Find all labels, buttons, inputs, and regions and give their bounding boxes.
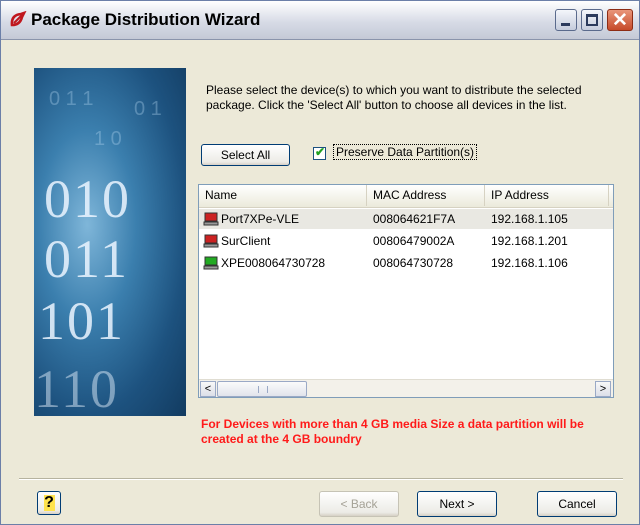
device-mac: 00806479002A: [373, 234, 455, 248]
device-list-header: Name MAC Address IP Address: [199, 185, 613, 208]
binary-digits: 101: [38, 291, 125, 351]
minimize-icon: [561, 23, 570, 26]
device-name: XPE008064730728: [221, 256, 326, 270]
select-all-button[interactable]: Select All: [201, 144, 290, 166]
device-ip: 192.168.1.105: [491, 212, 568, 226]
device-name: SurClient: [221, 234, 271, 248]
scroll-thumb[interactable]: [217, 381, 307, 397]
help-icon: ?: [44, 494, 54, 511]
maximize-icon: [586, 14, 598, 26]
minimize-button[interactable]: [555, 9, 577, 31]
footer-divider: [19, 478, 623, 480]
close-icon: ✕: [612, 10, 628, 31]
binary-digits: 110: [34, 359, 119, 416]
next-button[interactable]: Next >: [417, 491, 497, 517]
app-logo-icon: [10, 11, 27, 27]
wizard-side-image: 0 1 1 1 0 0 1 010 011 101 110: [34, 68, 186, 416]
scroll-right-button[interactable]: >: [595, 381, 611, 397]
device-mac: 008064621F7A: [373, 212, 456, 226]
device-name: Port7XPe-VLE: [221, 212, 300, 226]
device-row[interactable]: XPE008064730728 008064730728 192.168.1.1…: [199, 253, 613, 273]
device-list[interactable]: Name MAC Address IP Address Port7XPe-VLE…: [198, 184, 614, 398]
preserve-partition-label[interactable]: Preserve Data Partition(s): [333, 144, 478, 160]
help-button[interactable]: ?: [37, 491, 61, 515]
computer-green-icon: [203, 256, 219, 270]
cancel-button[interactable]: Cancel: [537, 491, 617, 517]
close-button[interactable]: ✕: [607, 9, 633, 31]
maximize-button[interactable]: [581, 9, 603, 31]
device-ip: 192.168.1.201: [491, 234, 568, 248]
title-bar[interactable]: Package Distribution Wizard ✕: [1, 1, 639, 40]
column-header-mac[interactable]: MAC Address: [367, 185, 485, 206]
binary-digits: 011: [44, 229, 129, 289]
wizard-window: Package Distribution Wizard ✕ 0 1 1 1 0 …: [0, 0, 640, 525]
back-button[interactable]: < Back: [319, 491, 399, 517]
device-row[interactable]: Port7XPe-VLE 008064621F7A 192.168.1.105: [199, 209, 613, 229]
device-ip: 192.168.1.106: [491, 256, 568, 270]
device-row[interactable]: SurClient 00806479002A 192.168.1.201: [199, 231, 613, 251]
binary-digits: 010: [44, 169, 131, 229]
window-title: Package Distribution Wizard: [31, 10, 261, 29]
computer-red-icon: [203, 234, 219, 248]
partition-warning-text: For Devices with more than 4 GB media Si…: [201, 417, 584, 446]
horizontal-scrollbar[interactable]: < >: [199, 379, 613, 397]
column-header-name[interactable]: Name: [199, 185, 367, 206]
preserve-partition-checkbox[interactable]: ✔: [313, 145, 326, 160]
scroll-left-button[interactable]: <: [200, 381, 216, 397]
checkmark-icon: ✔: [315, 145, 326, 159]
column-header-ip[interactable]: IP Address: [485, 185, 609, 206]
grip-icon: [258, 386, 268, 393]
instruction-text: Please select the device(s) to which you…: [206, 83, 582, 112]
device-mac: 008064730728: [373, 256, 454, 270]
computer-red-icon: [203, 212, 219, 226]
